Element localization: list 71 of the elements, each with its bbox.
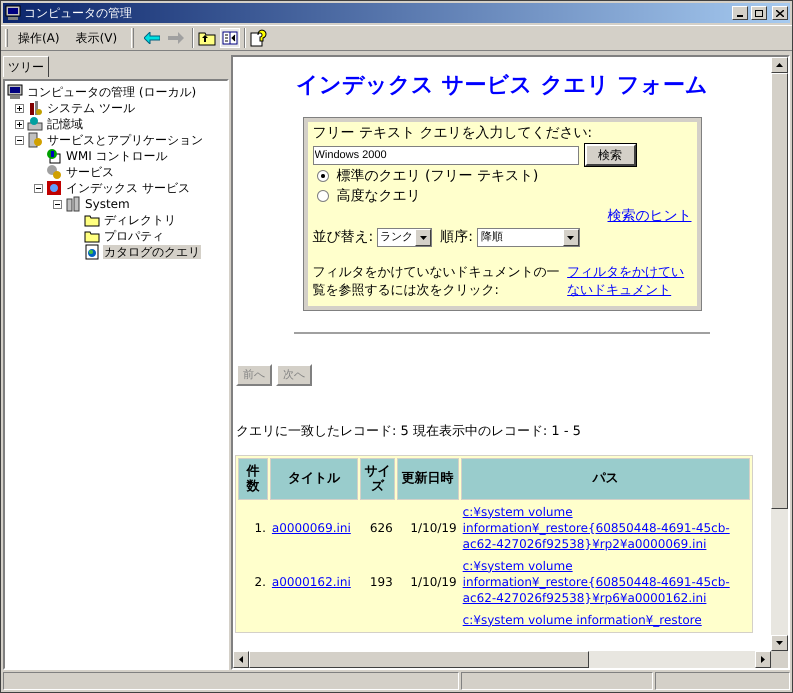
scroll-left-icon (239, 656, 243, 663)
tree-item[interactable]: サービス (65, 165, 115, 179)
help-icon[interactable] (250, 29, 268, 47)
table-cell-text: 626 (368, 520, 394, 536)
computer-icon (5, 5, 21, 21)
search-button[interactable]: 検索 (584, 144, 636, 166)
order-select[interactable]: 降順 (476, 228, 580, 247)
menu-item[interactable]: 操作(A) (12, 29, 66, 47)
tree-item[interactable]: システム ツール (46, 101, 136, 115)
close-icon (776, 10, 784, 16)
column-header: 更新日時 (396, 458, 459, 500)
tree-item[interactable]: WMI コントロール (65, 149, 169, 163)
table-cell-text: 2. (253, 574, 267, 590)
back-arrow-icon[interactable] (144, 32, 160, 44)
table-cell-text: 1/10/19 (409, 520, 458, 536)
vertical-scrollbar[interactable] (771, 57, 788, 651)
path-link[interactable]: c:¥system volume information¥_restore{60850448-4691-45cb-ac62-427026f92538}¥rp2¥a0000069.ini (462, 504, 748, 552)
close-button[interactable] (772, 6, 788, 20)
scroll-up-icon (776, 63, 783, 67)
folder-up-icon[interactable] (198, 30, 216, 46)
filter-instruction: フィルタをかけていないドキュメントの一覧を参照するには次をクリック: (312, 264, 560, 300)
expand-icon[interactable] (15, 120, 24, 128)
collapse-icon[interactable] (34, 184, 43, 192)
minimize-button[interactable] (732, 6, 748, 20)
maximize-icon (755, 10, 763, 16)
file-link[interactable]: a0000069.ini (272, 520, 351, 534)
radio-button[interactable] (316, 170, 328, 182)
results-summary: クエリに一致したレコード: 5 現在表示中のレコード: 1 - 5 (236, 423, 581, 441)
tree-item[interactable]: サービスとアプリケーション (46, 133, 204, 147)
computer-icon (7, 84, 23, 100)
tree-item[interactable]: カタログのクエリ (103, 245, 201, 259)
search-hints-link[interactable]: 検索のヒント (608, 206, 692, 227)
table-cell-text: 193 (368, 574, 394, 590)
column-header: 件数 (238, 458, 268, 500)
path-link[interactable]: c:¥system volume information¥_restore{60850448-4691-45cb-ac62-427026f92538}¥rp6¥a0000162.ini (462, 558, 748, 606)
order-label: 順序: (440, 228, 473, 247)
tree-item[interactable]: 記憶域 (46, 117, 84, 131)
form-prompt: フリー テキスト クエリを入力してください: (312, 124, 594, 143)
tree-tab[interactable]: ツリー (3, 56, 49, 77)
column-header: サイズ (360, 458, 395, 500)
file-link[interactable]: a0000162.ini (272, 574, 351, 588)
tree-item[interactable]: ディレクトリ (103, 213, 177, 227)
tree-item[interactable]: プロパティ (103, 229, 165, 243)
query-input-field[interactable]: Windows 2000 (312, 146, 578, 164)
collapse-icon[interactable] (15, 136, 24, 144)
page-heading: インデックス サービス クエリ フォーム (296, 72, 708, 100)
expand-icon[interactable] (15, 104, 24, 112)
radio-button[interactable] (316, 190, 328, 202)
unfiltered-documents-link[interactable]: フィルタをかけていないドキュメント (567, 264, 692, 300)
horizontal-scrollbar[interactable] (233, 651, 771, 668)
scroll-down-icon (776, 641, 783, 645)
collapse-icon[interactable] (53, 200, 62, 208)
show-tree-icon[interactable] (220, 28, 240, 48)
menu-item[interactable]: 表示(V) (70, 29, 124, 47)
radio-label: 標準のクエリ (フリー テキスト) (336, 166, 538, 186)
window-title: コンピュータの管理 (24, 5, 132, 22)
tree-item[interactable]: System (84, 197, 131, 211)
radio-label: 高度なクエリ (336, 186, 420, 206)
table-cell-text: 1/10/19 (409, 574, 458, 590)
sort-label: 並び替え: (312, 228, 374, 247)
maximize-button[interactable] (751, 6, 767, 20)
scroll-thumb[interactable] (771, 73, 788, 509)
sort-select[interactable]: ランク (377, 228, 432, 247)
tree-item[interactable]: インデックス サービス (65, 181, 191, 195)
column-header: パス (460, 458, 750, 500)
path-link[interactable]: c:¥system volume information¥_restore (462, 612, 748, 628)
scroll-right-icon (761, 656, 765, 663)
column-header: タイトル (270, 458, 358, 500)
table-cell-text: 1. (253, 520, 267, 536)
tree-item[interactable]: コンピュータの管理 (ローカル) (26, 85, 198, 99)
scroll-thumb[interactable] (249, 651, 589, 668)
